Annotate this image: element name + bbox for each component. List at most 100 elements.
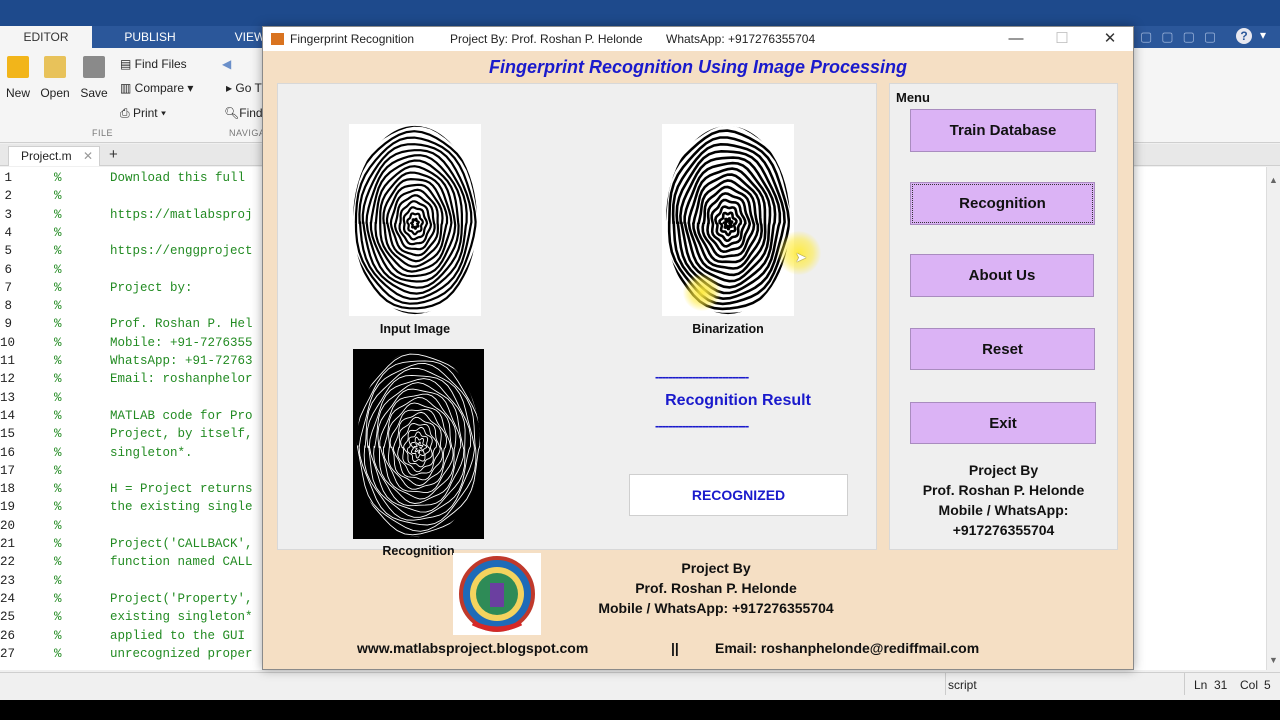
- scroll-up-icon[interactable]: ▲: [1269, 175, 1278, 185]
- tab-publish[interactable]: PUBLISH: [104, 26, 196, 48]
- code-text: applied to the GUI: [110, 628, 246, 643]
- recognition-button[interactable]: Recognition: [910, 182, 1095, 225]
- line-number: 21: [0, 537, 16, 551]
- comment-marker: %: [54, 445, 62, 460]
- binarization-image: [662, 124, 794, 316]
- binarized-fingerprint-image: [665, 125, 791, 315]
- new-button[interactable]: New: [0, 56, 36, 100]
- status-col-label: Col: [1240, 678, 1259, 692]
- comment-marker: %: [54, 335, 62, 350]
- folder-icon: [44, 56, 66, 78]
- file-tab-label: Project.m: [21, 149, 72, 163]
- website-link[interactable]: www.matlabsproject.blogspot.com: [357, 640, 588, 656]
- save-button[interactable]: Save: [76, 56, 112, 100]
- binarization-caption: Binarization: [692, 322, 764, 336]
- add-tab-button[interactable]: +: [109, 146, 118, 163]
- print-button[interactable]: ⎙ Print ▾: [120, 106, 166, 121]
- open-button[interactable]: Open: [37, 56, 73, 100]
- status-ln-label: Ln: [1194, 678, 1208, 692]
- comment-marker: %: [54, 573, 62, 588]
- help-icon[interactable]: ?: [1236, 28, 1252, 44]
- comment-marker: %: [54, 463, 62, 478]
- line-number: 9: [4, 317, 12, 332]
- go-to-label: Go T: [235, 81, 262, 95]
- result-divider-top: ----------------------------: [655, 369, 749, 384]
- line-number: 6: [4, 262, 12, 277]
- line-number: 11: [0, 354, 16, 368]
- editor-scrollbar[interactable]: ▲ ▼: [1266, 167, 1280, 670]
- comment-marker: %: [54, 189, 62, 204]
- find-button[interactable]: 🔍︎Find: [224, 106, 263, 120]
- code-text: Project('Property',: [110, 591, 253, 606]
- line-number: 19: [0, 500, 16, 515]
- line-number: 13: [0, 390, 16, 405]
- compare-button[interactable]: ▥ Compare ▾: [120, 81, 193, 95]
- input-image: [349, 124, 481, 316]
- status-ln-value: 31: [1214, 678, 1228, 692]
- comment-marker: %: [54, 280, 62, 295]
- matlab-logo-icon: [271, 33, 284, 45]
- expand-icon[interactable]: ▾: [1260, 28, 1266, 42]
- comment-marker: %: [54, 628, 62, 643]
- reset-button[interactable]: Reset: [910, 328, 1095, 370]
- exit-button[interactable]: Exit: [910, 402, 1096, 444]
- about-us-button[interactable]: About Us: [910, 254, 1094, 297]
- figure-titlebar: Fingerprint Recognition Project By: Prof…: [263, 27, 1133, 51]
- input-image-caption: Input Image: [379, 322, 451, 336]
- print-label: Print: [132, 106, 158, 120]
- titlebar-whatsapp: WhatsApp: +917276355704: [666, 32, 816, 46]
- line-number: 25: [0, 610, 16, 625]
- matlab-title-strip: [0, 0, 1280, 26]
- project-logo: [453, 553, 541, 635]
- comment-marker: %: [54, 244, 62, 259]
- app-heading: Fingerprint Recognition Using Image Proc…: [488, 57, 908, 77]
- cursor-highlight-trail: [683, 273, 721, 311]
- quick-access-icons: ▢▢▢▢: [1140, 29, 1226, 44]
- comment-marker: %: [54, 390, 62, 405]
- side-credit-line-4: +917276355704: [952, 522, 1055, 538]
- status-mode: script: [948, 678, 977, 692]
- section-file-label: FILE: [92, 128, 114, 138]
- result-divider-bottom: ----------------------------: [655, 418, 749, 433]
- bottom-credit-line-1: Project By: [681, 560, 751, 576]
- train-database-button[interactable]: Train Database: [910, 109, 1096, 152]
- code-text: singleton*.: [110, 445, 193, 460]
- comment-marker: %: [54, 354, 62, 368]
- comment-marker: %: [54, 225, 62, 240]
- comment-marker: %: [54, 500, 62, 515]
- separator: ||: [671, 640, 679, 656]
- line-number: 16: [0, 445, 16, 460]
- code-text: unrecognized proper: [110, 646, 253, 661]
- go-to-button[interactable]: ▸ Go T: [226, 81, 262, 95]
- line-number: 5: [4, 244, 12, 259]
- line-number: 15: [0, 427, 16, 442]
- comment-marker: %: [54, 408, 62, 423]
- line-number: 7: [4, 280, 12, 295]
- code-text: existing singleton*: [110, 610, 253, 625]
- file-tab-project[interactable]: Project.m ✕: [8, 146, 100, 166]
- comment-marker: %: [54, 171, 62, 185]
- line-number: 8: [4, 299, 12, 314]
- line-number: 14: [0, 408, 16, 423]
- maximize-icon[interactable]: ☐: [1039, 27, 1085, 51]
- comment-marker: %: [54, 591, 62, 606]
- comment-marker: %: [54, 610, 62, 625]
- code-text: https://matlabsproj: [110, 207, 253, 222]
- comment-marker: %: [54, 299, 62, 314]
- code-text: Prof. Roshan P. Hel: [110, 317, 253, 332]
- side-credit-line-2: Prof. Roshan P. Helonde: [922, 482, 1085, 498]
- line-number: 20: [0, 518, 16, 533]
- line-number: 1: [4, 171, 12, 185]
- find-files-button[interactable]: ▤ Find Files: [120, 57, 187, 71]
- close-tab-icon[interactable]: ✕: [83, 147, 93, 165]
- tab-editor[interactable]: EDITOR: [0, 26, 92, 48]
- line-number: 27: [0, 646, 16, 661]
- comment-marker: %: [54, 482, 62, 497]
- line-number: 12: [0, 372, 16, 387]
- email-link[interactable]: Email: roshanphelonde@rediffmail.com: [715, 640, 979, 656]
- back-arrow-icon[interactable]: ◀: [222, 57, 231, 71]
- scroll-down-icon[interactable]: ▼: [1269, 655, 1278, 665]
- close-icon[interactable]: ✕: [1087, 27, 1133, 51]
- minimize-icon[interactable]: —: [993, 27, 1039, 51]
- code-text: https://enggproject: [110, 244, 253, 259]
